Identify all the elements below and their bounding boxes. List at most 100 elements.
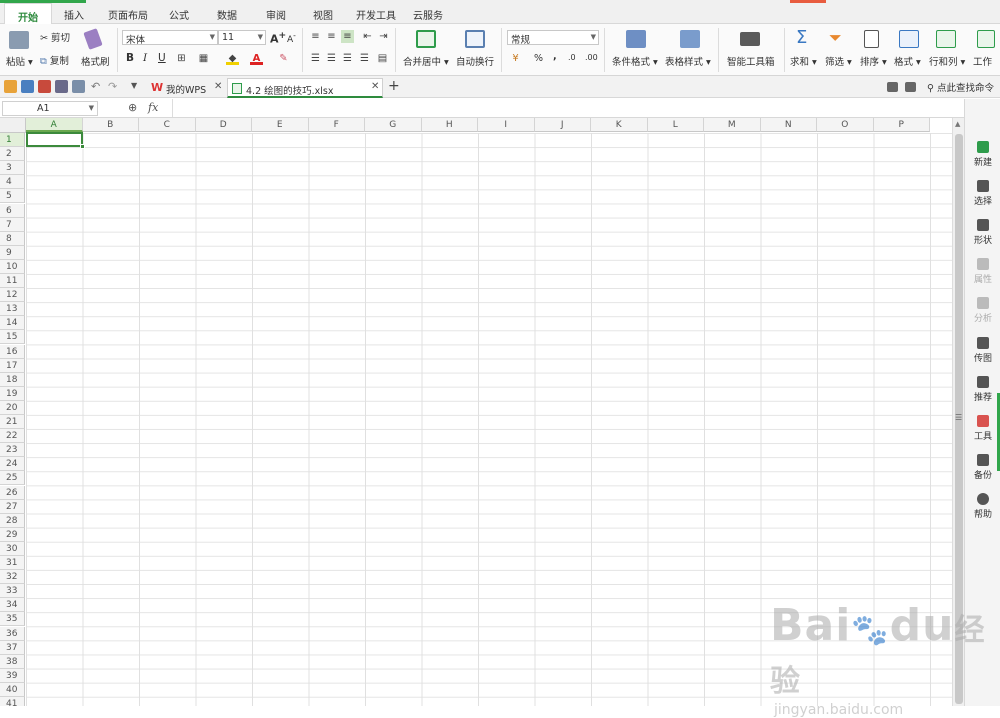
row-header-15[interactable]: 15: [0, 330, 25, 345]
row-header-36[interactable]: 36: [0, 626, 25, 641]
number-format-select[interactable]: 常规 ▼: [507, 30, 599, 46]
row-header-19[interactable]: 19: [0, 386, 25, 401]
format-painter-button[interactable]: 格式刷: [81, 54, 110, 68]
row-header-40[interactable]: 40: [0, 682, 25, 697]
sum-icon[interactable]: Σ: [796, 27, 807, 48]
underline-button[interactable]: U: [158, 52, 166, 64]
currency-icon[interactable]: ¥: [509, 52, 522, 65]
grow-font-button[interactable]: A+: [270, 30, 286, 46]
column-header-g[interactable]: G: [365, 118, 422, 132]
row-header-38[interactable]: 38: [0, 654, 25, 669]
redo-icon[interactable]: ↷: [108, 80, 117, 93]
worksheet-button[interactable]: 工作: [973, 54, 992, 68]
format-icon[interactable]: [899, 30, 919, 48]
row-col-icon[interactable]: [936, 30, 956, 48]
column-header-c[interactable]: C: [139, 118, 196, 132]
table-style-icon[interactable]: [680, 30, 700, 48]
italic-button[interactable]: I: [143, 52, 147, 64]
row-header-4[interactable]: 4: [0, 175, 25, 190]
panel-item-select[interactable]: 选择: [965, 180, 1000, 207]
format-button[interactable]: 格式 ▾: [894, 54, 921, 68]
align-left-icon[interactable]: ☰: [309, 52, 322, 65]
cut-button[interactable]: ✂ 剪切: [40, 30, 70, 44]
filter-button[interactable]: 筛选 ▾: [825, 54, 852, 68]
percent-button[interactable]: %: [534, 53, 543, 64]
row-header-35[interactable]: 35: [0, 612, 25, 627]
column-header-o[interactable]: O: [817, 118, 874, 132]
name-box[interactable]: A1 ▼: [2, 101, 98, 116]
merge-center-icon[interactable]: [416, 30, 436, 48]
conditional-format-button[interactable]: 条件格式 ▾: [612, 54, 658, 68]
font-color-icon[interactable]: A: [250, 52, 263, 65]
column-header-n[interactable]: N: [760, 118, 817, 132]
row-header-17[interactable]: 17: [0, 358, 25, 373]
zoom-icon[interactable]: ⊕: [128, 101, 137, 114]
column-header-h[interactable]: H: [421, 118, 478, 132]
column-header-i[interactable]: I: [478, 118, 535, 132]
row-header-26[interactable]: 26: [0, 485, 25, 500]
toolbox-icon[interactable]: [740, 32, 760, 46]
collapse-ribbon-icon[interactable]: [905, 82, 916, 92]
row-header-5[interactable]: 5: [0, 189, 25, 204]
panel-item-shape[interactable]: 形状: [965, 219, 1000, 246]
tab-data[interactable]: 数据: [217, 7, 237, 22]
bold-button[interactable]: B: [126, 52, 134, 64]
row-header-33[interactable]: 33: [0, 584, 25, 599]
command-search[interactable]: ⚲ 点此查找命令: [927, 80, 994, 94]
distribute-icon[interactable]: ▤: [376, 52, 389, 65]
conditional-format-icon[interactable]: [626, 30, 646, 48]
table-style-button[interactable]: 表格样式 ▾: [665, 54, 711, 68]
quick-access-menu-icon[interactable]: ▼: [131, 81, 137, 90]
row-header-12[interactable]: 12: [0, 288, 25, 303]
panel-expand-handle[interactable]: ☰: [955, 413, 962, 422]
decrease-decimal-button[interactable]: .00: [585, 53, 598, 62]
paste-icon[interactable]: [9, 31, 29, 49]
row-header-6[interactable]: 6: [0, 203, 25, 218]
smart-toolbox-button[interactable]: 智能工具箱: [727, 54, 775, 68]
row-col-button[interactable]: 行和列 ▾: [929, 54, 965, 68]
row-header-10[interactable]: 10: [0, 259, 25, 274]
row-header-14[interactable]: 14: [0, 316, 25, 331]
row-header-22[interactable]: 22: [0, 429, 25, 444]
close-tab-icon[interactable]: ✕: [371, 81, 379, 92]
select-all-corner[interactable]: [0, 118, 26, 133]
screen-icon[interactable]: [887, 82, 898, 92]
justify-icon[interactable]: ☰: [358, 52, 371, 65]
row-header-41[interactable]: 41: [0, 697, 25, 706]
panel-item-backup[interactable]: 备份: [965, 454, 1000, 481]
row-header-13[interactable]: 13: [0, 302, 25, 317]
column-header-k[interactable]: K: [591, 118, 648, 132]
decrease-indent-icon[interactable]: ⇤: [361, 30, 374, 43]
row-header-24[interactable]: 24: [0, 457, 25, 472]
tab-page-layout[interactable]: 页面布局: [108, 7, 148, 22]
column-header-j[interactable]: J: [534, 118, 591, 132]
worksheet-icon[interactable]: [977, 30, 995, 48]
column-header-l[interactable]: L: [647, 118, 704, 132]
active-cell-a1[interactable]: [26, 132, 83, 147]
panel-item-recommend[interactable]: 推荐: [965, 376, 1000, 403]
clear-format-icon[interactable]: ✎: [277, 52, 290, 65]
copy-button[interactable]: ⧉ 复制: [40, 53, 69, 67]
panel-item-property[interactable]: 属性: [965, 258, 1000, 285]
column-header-m[interactable]: M: [704, 118, 761, 132]
align-bottom-icon[interactable]: ≡: [341, 30, 354, 43]
close-tab-icon[interactable]: ✕: [214, 81, 222, 92]
sort-button[interactable]: 排序 ▾: [860, 54, 887, 68]
panel-item-analyze[interactable]: 分析: [965, 297, 1000, 324]
tab-cloud[interactable]: 云服务: [413, 7, 443, 22]
row-header-3[interactable]: 3: [0, 161, 25, 176]
wrap-text-icon[interactable]: [465, 30, 485, 48]
row-header-9[interactable]: 9: [0, 245, 25, 260]
row-header-8[interactable]: 8: [0, 231, 25, 246]
open-icon[interactable]: [4, 80, 17, 93]
export-pdf-icon[interactable]: [38, 80, 51, 93]
sort-icon[interactable]: [864, 30, 879, 48]
column-header-f[interactable]: F: [308, 118, 365, 132]
increase-indent-icon[interactable]: ⇥: [377, 30, 390, 43]
row-header-28[interactable]: 28: [0, 513, 25, 528]
align-middle-icon[interactable]: ≡: [325, 30, 338, 43]
panel-item-tool[interactable]: 工具: [965, 415, 1000, 442]
row-header-21[interactable]: 21: [0, 415, 25, 429]
row-header-23[interactable]: 23: [0, 443, 25, 458]
row-header-25[interactable]: 25: [0, 471, 25, 486]
